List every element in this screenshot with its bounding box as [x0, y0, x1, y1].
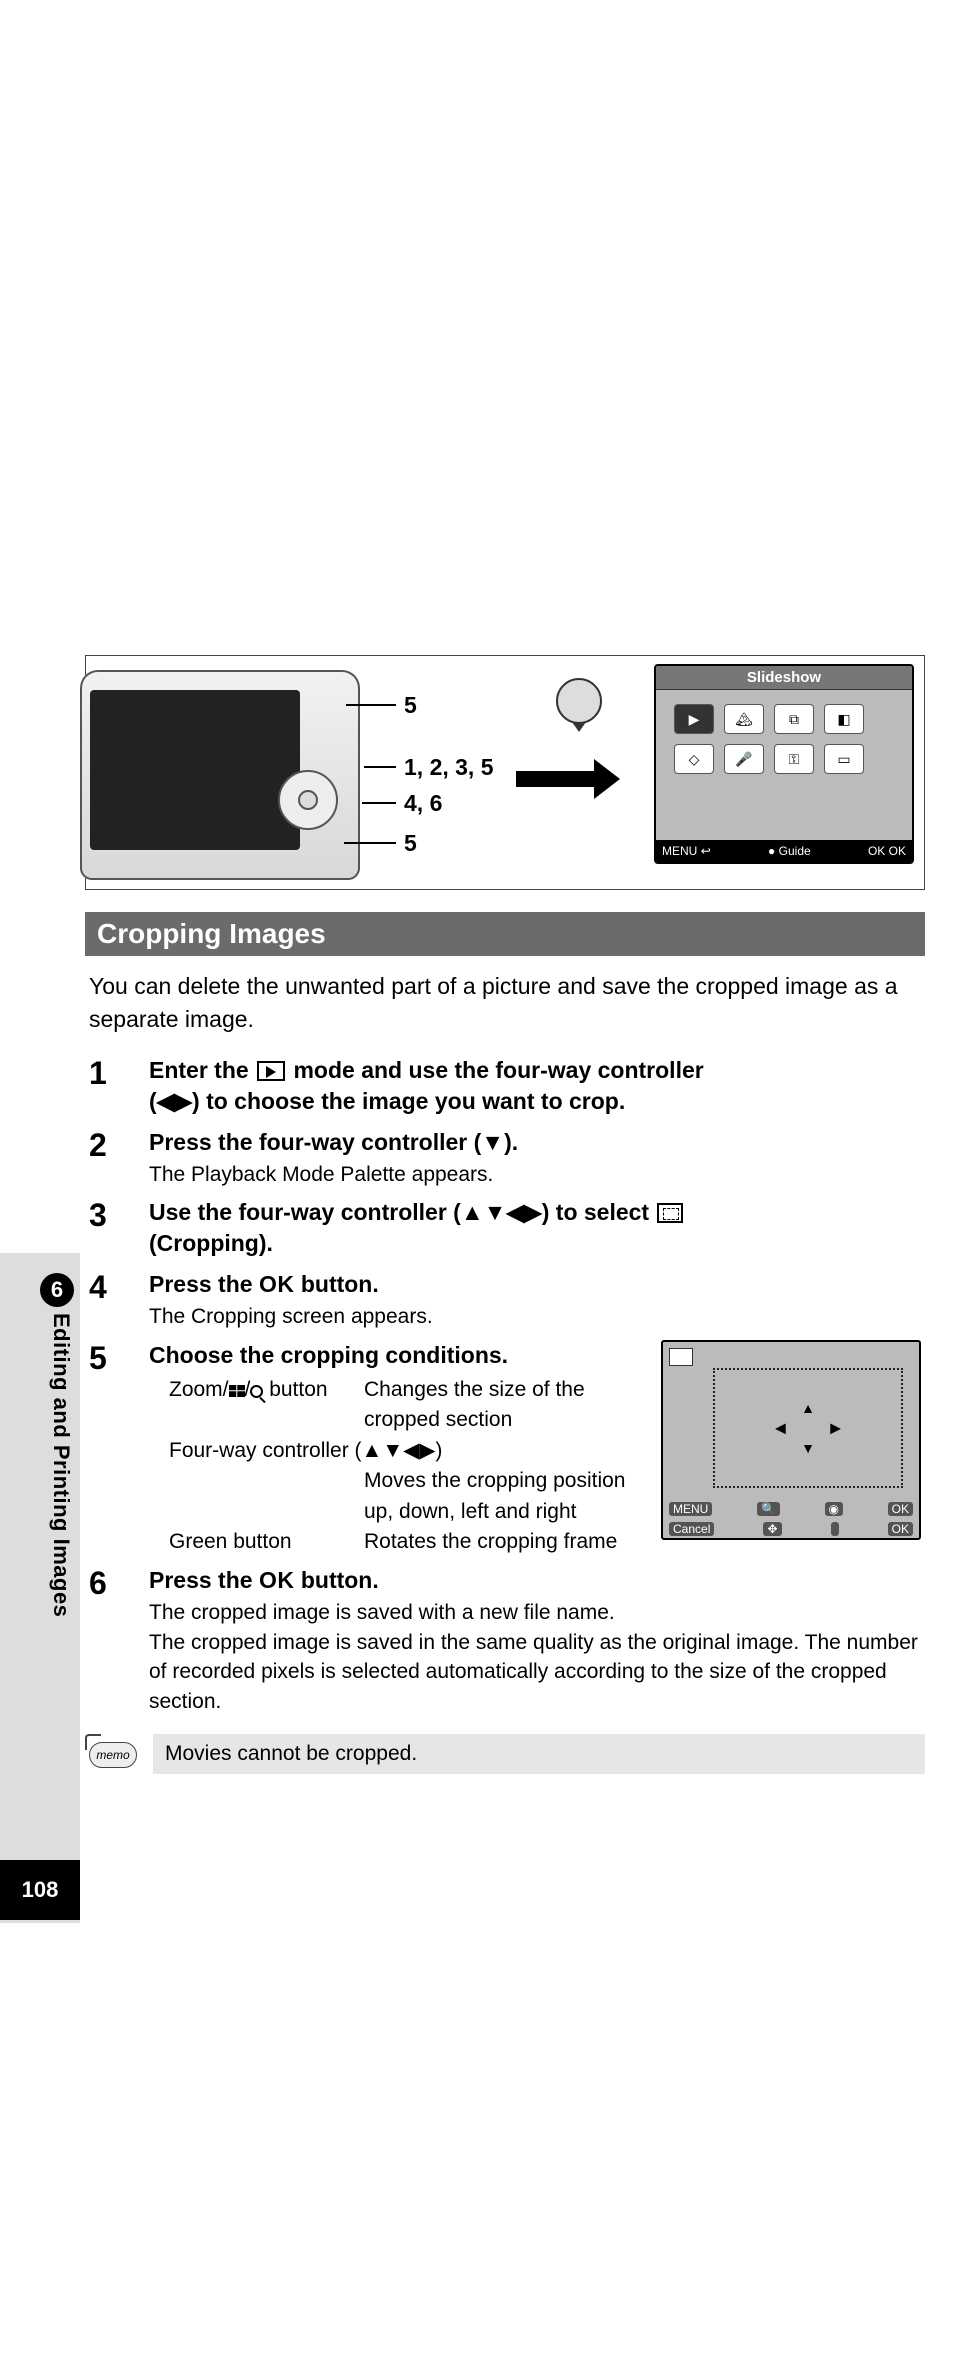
- pointer-line: [364, 766, 396, 768]
- step-description: The Cropping screen appears.: [149, 1302, 921, 1331]
- controls-diagram: 5 1, 2, 3, 5 4, 6 5 Slideshow ▶ 🏔 ⧉ ◧ ◇ …: [85, 655, 925, 890]
- palette-icon: ⚿: [774, 744, 814, 774]
- step-heading: Press the OK button.: [149, 1565, 921, 1596]
- step-description: The cropped image is saved with a new fi…: [149, 1598, 921, 1716]
- cond-value: Changes the size of the cropped section: [339, 1375, 651, 1436]
- page-number: 108: [0, 1860, 80, 1920]
- cropping-footer: MENU 🔍 ◉ OK Cancel ✥ OK: [663, 1500, 919, 1538]
- down-arrow-icon: ▼: [801, 1440, 815, 1456]
- lcd-footer: MENU ↩ ● Guide OK OK: [656, 840, 912, 862]
- step-heading: Press the four-way controller (▼).: [149, 1127, 921, 1158]
- section-heading: Cropping Images: [85, 912, 925, 956]
- left-arrow-icon: ◀: [775, 1419, 786, 1436]
- side-tab: 6 Editing and Printing Images: [0, 1253, 80, 1923]
- memo-note: memo Movies cannot be cropped.: [85, 1734, 925, 1774]
- right-arrow-icon: ▶: [830, 1419, 841, 1436]
- cond-value: Moves the cropping position up, down, le…: [339, 1466, 651, 1527]
- pointer-label-d: 5: [404, 830, 417, 857]
- palette-icon: ◇: [674, 744, 714, 774]
- camera-illustration: [80, 670, 360, 880]
- pointer-label-a: 5: [404, 692, 417, 719]
- step-5: 5 ▲ ▼ ◀ ▶ MENU 🔍 ◉ OK: [85, 1340, 925, 1558]
- magnifier-icon: [250, 1385, 263, 1398]
- palette-icon: ⧉: [774, 704, 814, 734]
- cond-label: Zoom// button: [149, 1375, 339, 1436]
- pointer-line: [362, 802, 396, 804]
- lcd-preview: Slideshow ▶ 🏔 ⧉ ◧ ◇ 🎤 ⚿ ▭ MENU ↩ ● Guide…: [654, 664, 914, 864]
- step-heading: Press the OK button.: [149, 1269, 921, 1300]
- section-intro: You can delete the unwanted part of a pi…: [85, 970, 925, 1037]
- step-number: 4: [89, 1269, 149, 1331]
- step-1: 1 Enter the mode and use the four-way co…: [85, 1055, 925, 1119]
- step-6: 6 Press the OK button. The cropped image…: [85, 1565, 925, 1716]
- joystick-icon: [556, 678, 602, 724]
- palette-icon: ◧: [824, 704, 864, 734]
- step-number: 6: [89, 1565, 149, 1716]
- pointer-label-c: 4, 6: [404, 790, 442, 817]
- four-way-controller-icon: [278, 770, 338, 830]
- step-number: 5: [89, 1340, 149, 1558]
- memo-icon: memo: [85, 1734, 141, 1774]
- palette-icon: ▭: [824, 744, 864, 774]
- pointer-line: [344, 842, 396, 844]
- step-heading: Use the four-way controller (▲▼◀▶) to se…: [149, 1197, 921, 1259]
- step-2: 2 Press the four-way controller (▼). The…: [85, 1127, 925, 1189]
- cond-label-spacer: [149, 1466, 339, 1527]
- palette-icon: 🎤: [724, 744, 764, 774]
- thumbnail-grid-icon: [229, 1385, 245, 1397]
- step-heading: Enter the mode and use the four-way cont…: [149, 1055, 921, 1117]
- aspect-icon: [669, 1348, 693, 1366]
- step-description: The Playback Mode Palette appears.: [149, 1160, 921, 1189]
- step-number: 1: [89, 1055, 149, 1119]
- pointer-label-b: 1, 2, 3, 5: [404, 754, 494, 781]
- lcd-title: Slideshow: [656, 666, 912, 690]
- cond-label: Four-way controller (▲▼◀▶): [149, 1436, 442, 1466]
- page-content: 5 1, 2, 3, 5 4, 6 5 Slideshow ▶ 🏔 ⧉ ◧ ◇ …: [85, 655, 925, 1774]
- crop-frame: ▲ ▼ ◀ ▶: [713, 1368, 903, 1488]
- up-arrow-icon: ▲: [801, 1400, 815, 1416]
- step-4: 4 Press the OK button. The Cropping scre…: [85, 1269, 925, 1331]
- arrow-right-icon: [516, 771, 596, 787]
- cond-value: Rotates the cropping frame: [339, 1527, 651, 1557]
- playback-mode-icon: [257, 1061, 285, 1081]
- palette-icon: 🏔: [724, 704, 764, 734]
- palette-icon: ▶: [674, 704, 714, 734]
- side-tab-title: Editing and Printing Images: [48, 1313, 74, 1617]
- step-number: 3: [89, 1197, 149, 1261]
- palette-icons: ▶ 🏔 ⧉ ◧ ◇ 🎤 ⚿ ▭: [656, 690, 912, 788]
- memo-text: Movies cannot be cropped.: [153, 1734, 925, 1774]
- cond-label: Green button: [149, 1527, 339, 1557]
- cropping-screen-preview: ▲ ▼ ◀ ▶ MENU 🔍 ◉ OK Cancel ✥: [661, 1340, 921, 1540]
- pointer-line: [346, 704, 396, 706]
- chapter-badge: 6: [40, 1273, 74, 1307]
- step-number: 2: [89, 1127, 149, 1189]
- step-3: 3 Use the four-way controller (▲▼◀▶) to …: [85, 1197, 925, 1261]
- cropping-icon: [657, 1203, 683, 1223]
